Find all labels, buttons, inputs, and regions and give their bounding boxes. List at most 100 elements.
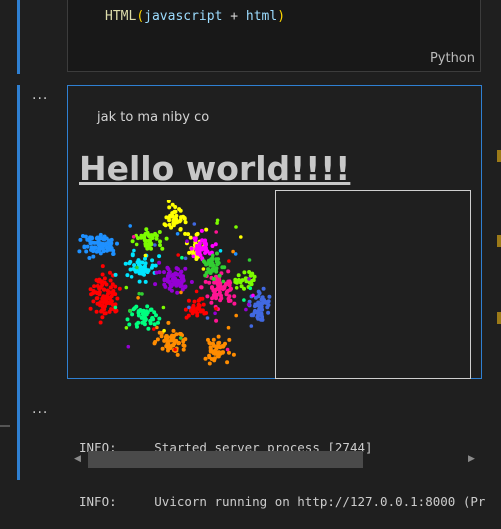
scatter-point bbox=[100, 264, 105, 269]
scatter-point bbox=[128, 308, 132, 313]
scatter-point bbox=[154, 313, 158, 318]
scatter-point bbox=[168, 213, 173, 218]
scatter-point bbox=[218, 249, 223, 253]
scatter-point bbox=[143, 279, 148, 284]
scatter-point bbox=[91, 299, 96, 304]
scatter-point bbox=[209, 262, 213, 267]
scatter-point bbox=[173, 282, 178, 287]
scatter-point bbox=[177, 331, 182, 336]
scatter-point bbox=[231, 352, 236, 357]
scatter-point bbox=[207, 361, 212, 366]
scatter-point bbox=[175, 272, 180, 277]
scatter-point bbox=[102, 311, 107, 316]
chevron-right-icon[interactable]: ▶ bbox=[468, 454, 475, 464]
scatter-point bbox=[143, 253, 148, 258]
chevron-left-icon[interactable]: ◀ bbox=[74, 454, 81, 464]
scatter-point bbox=[84, 249, 89, 254]
ellipsis-icon[interactable]: ... bbox=[32, 402, 48, 416]
scatter-point bbox=[99, 309, 104, 314]
scatter-point bbox=[162, 270, 166, 275]
scatter-point bbox=[234, 225, 238, 229]
scatter-point bbox=[170, 202, 175, 207]
scatter-point bbox=[91, 254, 96, 259]
scatter-point bbox=[162, 328, 166, 333]
scatter-point bbox=[191, 303, 196, 308]
scatter-point bbox=[125, 273, 130, 278]
scatter-point bbox=[145, 304, 150, 309]
scatter-point bbox=[115, 241, 119, 246]
scatter-point bbox=[165, 345, 170, 350]
scatter-point bbox=[173, 277, 178, 282]
scatter-point bbox=[129, 275, 134, 279]
scatter-point bbox=[189, 280, 194, 284]
embedded-frame[interactable] bbox=[275, 190, 471, 379]
scatter-point bbox=[123, 261, 128, 266]
scatter-point bbox=[100, 283, 105, 288]
scatter-point bbox=[212, 356, 217, 361]
scatter-point bbox=[182, 216, 187, 221]
scatter-point bbox=[207, 280, 212, 285]
scatter-point bbox=[158, 243, 162, 248]
scatter-point bbox=[88, 306, 93, 311]
scatter-point bbox=[115, 296, 120, 301]
scatter-point bbox=[166, 339, 171, 344]
scatter-point bbox=[148, 321, 153, 326]
scatter-point bbox=[100, 315, 105, 320]
scatter-point bbox=[248, 286, 253, 291]
scatter-point bbox=[113, 305, 118, 310]
scatter-point bbox=[153, 243, 157, 247]
scatter-point bbox=[212, 349, 217, 354]
scatter-point bbox=[266, 303, 271, 307]
scatter-point bbox=[104, 301, 109, 306]
scatter-point bbox=[221, 343, 226, 348]
scatter-point bbox=[239, 284, 244, 289]
scatter-point bbox=[253, 295, 258, 300]
scatter-point bbox=[172, 210, 177, 215]
scatter-point bbox=[183, 220, 188, 225]
scatter-point bbox=[128, 224, 132, 228]
code-line[interactable]: HTML(javascript + html) bbox=[105, 9, 285, 24]
cell-focus-indicator bbox=[17, 0, 20, 74]
scatter-point bbox=[210, 286, 214, 290]
scatter-point bbox=[215, 221, 219, 225]
scatter-point bbox=[207, 353, 212, 358]
scatter-point bbox=[135, 260, 140, 265]
cell-language-label[interactable]: Python bbox=[430, 51, 475, 66]
scatter-point bbox=[110, 282, 115, 287]
scatter-point bbox=[134, 242, 139, 247]
scatter-point bbox=[160, 246, 165, 251]
scatter-point bbox=[163, 277, 168, 282]
scatter-point bbox=[202, 245, 207, 250]
scatter-point bbox=[180, 255, 184, 260]
scatter-point bbox=[179, 290, 183, 295]
scatter-point bbox=[257, 306, 262, 311]
scatter-point bbox=[100, 247, 105, 252]
scatter-point bbox=[234, 286, 239, 290]
scatter-point bbox=[130, 239, 135, 244]
scatter-point bbox=[209, 300, 214, 305]
scatter-point bbox=[145, 230, 150, 235]
scatter-point bbox=[183, 231, 188, 236]
scatter-point bbox=[250, 312, 255, 317]
scatter-point bbox=[204, 311, 209, 315]
scatter-point bbox=[216, 334, 221, 339]
scatter-point bbox=[95, 291, 100, 296]
scatter-point bbox=[178, 284, 183, 289]
scatter-point bbox=[124, 285, 129, 290]
scatter-point bbox=[225, 347, 230, 352]
scatter-point bbox=[82, 245, 87, 250]
scatter-point bbox=[214, 266, 219, 271]
scatter-point bbox=[87, 256, 92, 260]
scatter-point bbox=[214, 230, 218, 234]
scatter-point bbox=[142, 318, 147, 323]
scatter-point bbox=[97, 243, 102, 248]
scatter-point bbox=[171, 328, 176, 333]
scatter-point bbox=[256, 314, 260, 319]
scatter-point bbox=[107, 240, 112, 245]
output-paragraph: jak to ma niby co bbox=[97, 110, 210, 125]
scatter-point bbox=[217, 273, 222, 278]
scrollbar-thumb[interactable] bbox=[88, 451, 363, 468]
scatter-point bbox=[231, 249, 235, 254]
scatter-point bbox=[260, 315, 265, 319]
ellipsis-icon[interactable]: ... bbox=[32, 88, 48, 102]
